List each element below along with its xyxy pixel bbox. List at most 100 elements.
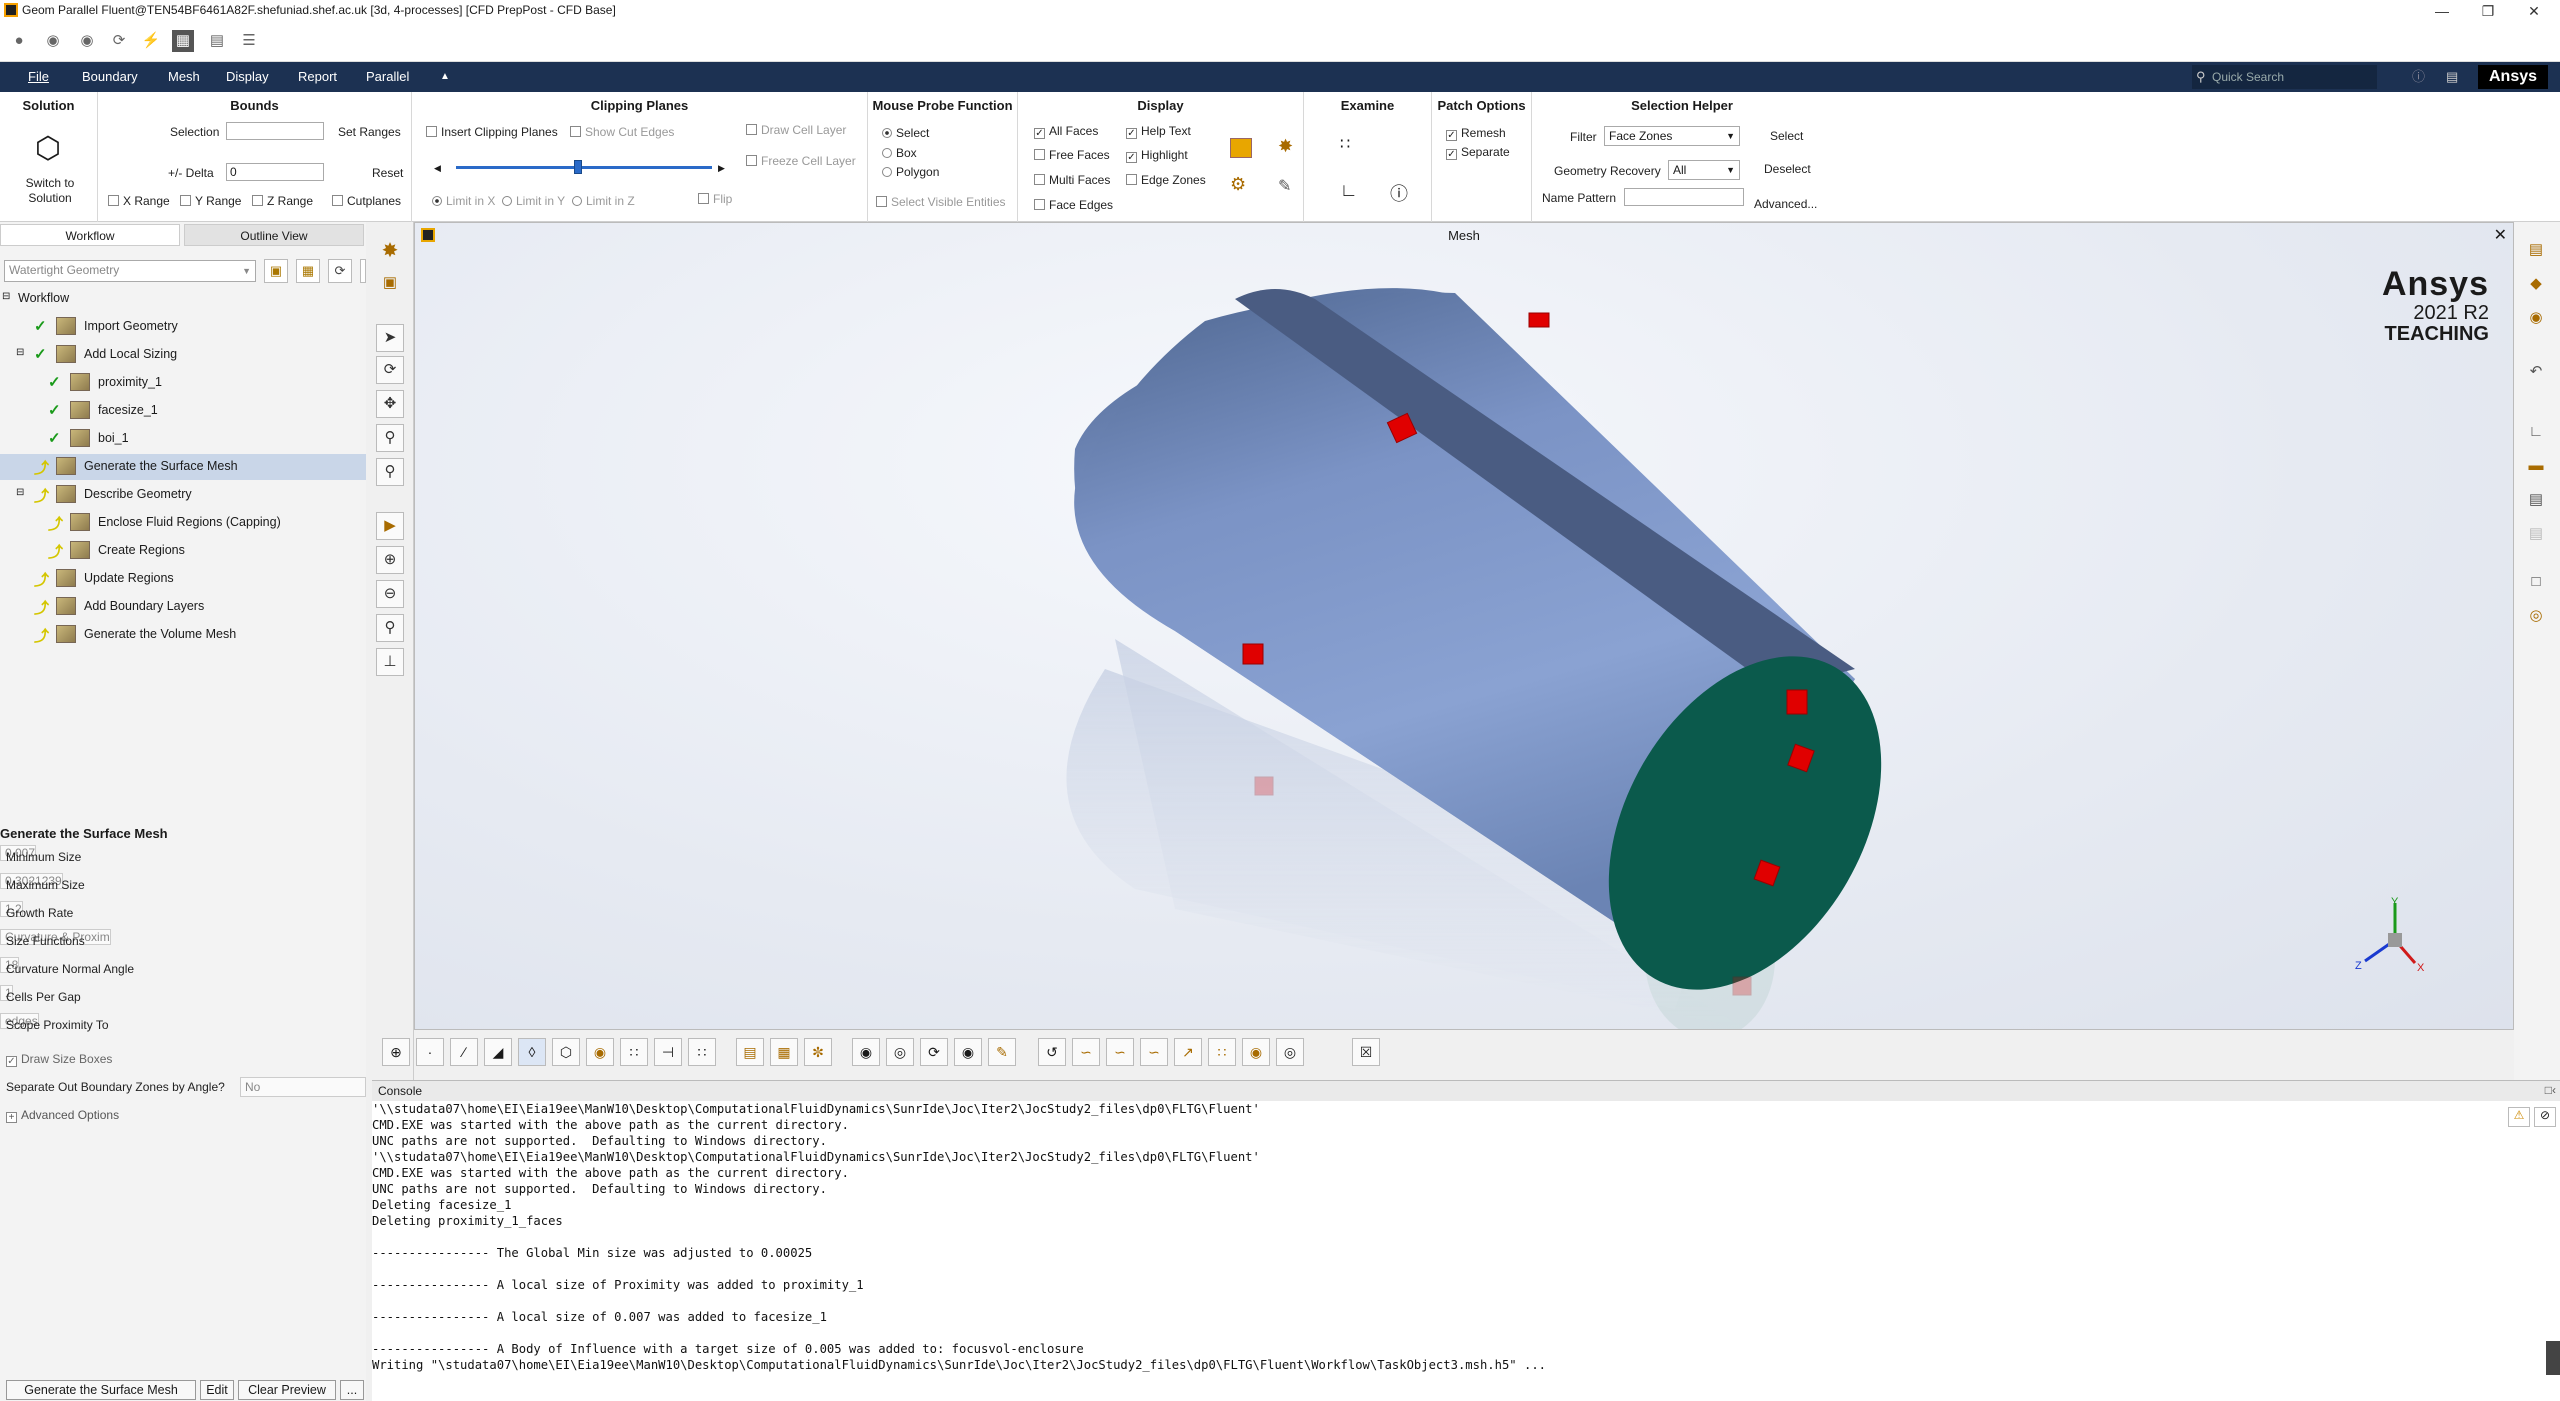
sweep-icon[interactable]: ∽ [1072,1038,1100,1066]
collapse-ribbon-icon[interactable]: ▲ [440,62,450,92]
zone-list-icon[interactable]: ▤ [736,1038,764,1066]
separate-checkbox[interactable]: ✓ Separate [1446,145,1510,160]
face-edges-checkbox[interactable]: Face Edges [1034,198,1113,212]
parallel-icon[interactable]: ⚡ [140,30,162,52]
x-range-checkbox[interactable]: X Range [108,194,170,208]
generate-surface-mesh-button[interactable]: Generate the Surface Mesh [6,1380,196,1400]
workflow-tree-item[interactable]: ⊟ ✓ Add Local Sizing [0,342,366,368]
pencil-icon[interactable]: ✎ [988,1038,1016,1066]
connect-icon[interactable]: ∷ [1208,1038,1236,1066]
menu-boundary[interactable]: Boundary [82,62,138,92]
reset-button[interactable]: Reset [372,166,403,180]
display-faces-icon[interactable] [1230,138,1252,158]
undo-icon[interactable]: ↶ [2522,358,2550,386]
filter-select[interactable]: Face Zones ▼ [1604,126,1740,146]
set-ranges-button[interactable]: Set Ranges [338,125,401,139]
quick-search-input[interactable]: Quick Search [2192,65,2377,89]
edit-display-icon[interactable]: ✎ [1278,176,1291,196]
target-select-icon[interactable]: ◎ [1276,1038,1304,1066]
help-icon[interactable]: ⓘ [2412,62,2425,92]
clear-preview-button[interactable]: Clear Preview [238,1380,336,1400]
menu-file[interactable]: File [28,62,49,92]
select-face-icon[interactable]: ◢ [484,1038,512,1066]
delta-input[interactable]: 0 [226,163,324,181]
rotate-view-icon[interactable]: ⟳ [920,1038,948,1066]
zoom-window-icon[interactable]: ⚲ [376,424,404,452]
console-scrollbar[interactable] [2546,1341,2560,1375]
refresh-icon[interactable]: ⟳ [108,30,130,52]
probe-polygon-radio[interactable]: Polygon [882,165,939,179]
settings-gear-icon[interactable]: ⚙ [1230,174,1246,195]
more-options-button[interactable]: ... [340,1380,364,1400]
eye-icon[interactable]: ◉ [954,1038,982,1066]
workflow-tree-item[interactable]: ⤴ Enclose Fluid Regions (Capping) [0,510,366,536]
close-window-button[interactable]: ✕ [2512,0,2556,22]
workflow-tree-item[interactable]: ✓ proximity_1 [0,370,366,396]
chart-icon[interactable]: ∟ [2522,418,2550,446]
menu-display[interactable]: Display [226,62,269,92]
maximize-button[interactable]: ❐ [2466,0,2510,22]
console-output[interactable]: '\\studata07\home\EI\Eia19ee\ManW10\Desk… [372,1101,2532,1401]
tab-workflow[interactable]: Workflow [0,224,180,246]
highlight-checkbox[interactable]: ✓ Highlight [1126,148,1188,163]
write-icon[interactable]: ◉ [76,30,98,52]
console-undock-icon[interactable]: □‹ [2545,1083,2556,1097]
view-icon[interactable]: ▤ [2522,520,2550,548]
open-workflow-icon[interactable]: ▣ [264,259,288,283]
target-icon[interactable]: ◎ [2522,602,2550,630]
layout-icon[interactable]: ▦ [172,30,194,52]
insert-clipping-checkbox[interactable]: Insert Clipping Planes [426,125,558,139]
workflow-type-select[interactable]: Watertight Geometry ▼ [4,260,256,282]
mesh-zones-icon[interactable]: ▤ [2522,236,2550,264]
tab-outline-view[interactable]: Outline View [184,224,364,246]
axes-icon[interactable]: ⊥ [376,648,404,676]
close-viewport-icon[interactable]: ✕ [2494,225,2507,245]
menu-report[interactable]: Report [298,62,337,92]
zoom-icon[interactable]: ⚲ [376,458,404,486]
draw-size-boxes-checkbox[interactable]: ✓ Draw Size Boxes [6,1052,112,1067]
fit-icon[interactable]: ⚲ [376,614,404,642]
select-object-icon[interactable]: ◉ [586,1038,614,1066]
graphics-viewport[interactable]: Mesh ✕ Ansys 2021 R2 TEACHING Y Z X [414,222,2514,1030]
select-cell-icon[interactable]: ⬡ [552,1038,580,1066]
volume-icon[interactable]: ◉ [2522,304,2550,332]
delete-icon[interactable]: ☒ [1352,1038,1380,1066]
zoom-in-icon[interactable]: ⊕ [376,546,404,574]
save-workflow-icon[interactable]: ▦ [296,259,320,283]
remesh-checkbox[interactable]: ✓ Remesh [1446,126,1506,141]
merge-icon[interactable]: ∽ [1106,1038,1134,1066]
fill-icon[interactable]: ◉ [1242,1038,1270,1066]
select-visible-checkbox[interactable]: Select Visible Entities [876,195,1006,209]
graphics-icon[interactable]: ▣ [376,270,404,298]
edge-zones-checkbox[interactable]: Edge Zones [1126,173,1206,187]
all-faces-checkbox[interactable]: ✓ All Faces [1034,124,1098,139]
limit-y-radio[interactable]: Limit in Y [502,194,565,208]
hide-icon[interactable]: ◎ [886,1038,914,1066]
menu-parallel[interactable]: Parallel [366,62,409,92]
warning-icon[interactable]: ⚠ [2508,1107,2530,1127]
select-node-icon[interactable]: ⊕ [382,1038,410,1066]
info-icon[interactable]: ⓘ [1390,180,1408,206]
workflow-tree-item[interactable]: ⤴ Update Regions [0,566,366,592]
select-point-icon[interactable]: · [416,1038,444,1066]
clear-console-icon[interactable]: ⊘ [2534,1107,2556,1127]
advanced-button[interactable]: Advanced... [1754,197,1817,211]
switch-solution-icon[interactable]: ⬡ [30,132,66,166]
deselect-button[interactable]: Deselect [1764,162,1811,176]
page-icon[interactable]: □ [2522,568,2550,596]
rotate-icon[interactable]: ⟳ [376,356,404,384]
split-icon[interactable]: ∽ [1140,1038,1168,1066]
edit-button[interactable]: Edit [200,1380,234,1400]
move-icon[interactable]: ↗ [1174,1038,1202,1066]
workflow-tree-item[interactable]: ✓ facesize_1 [0,398,366,424]
workflow-tree-item[interactable]: ✓ Import Geometry [0,314,366,340]
probe-select-radio[interactable]: Select [882,126,929,140]
flip-checkbox[interactable]: Flip [698,192,732,206]
mesh-display-icon[interactable]: ✸ [376,238,404,266]
show-cut-edges-checkbox[interactable]: Show Cut Edges [570,125,674,139]
open-icon[interactable]: ● [8,30,30,52]
read-mesh-icon[interactable]: ◉ [42,30,64,52]
workflow-tree-item[interactable]: ✓ boi_1 [0,426,366,452]
pan-icon[interactable]: ✥ [376,390,404,418]
workflow-tree-item[interactable]: ⊟ ⤴ Describe Geometry [0,482,366,508]
